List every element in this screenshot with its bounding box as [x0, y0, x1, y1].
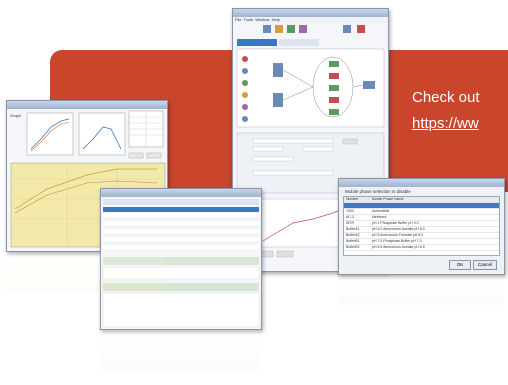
table-window-titlebar — [101, 189, 261, 197]
mobile-phase-dialog: Mobile phase selection is disable Number… — [338, 178, 505, 275]
reflection-table — [100, 330, 260, 370]
menu-file[interactable]: File — [235, 17, 241, 22]
reflection-dialog — [338, 275, 503, 305]
reflection-charts — [6, 252, 166, 292]
col-name-header: Mobile Phase Name — [372, 197, 404, 201]
phase-list[interactable]: Number Mobile Phase Name 1002 Acetonitrile… — [343, 196, 500, 256]
phase-row[interactable]: BufferB2 pH 6.5 Ammonium Acetate pH 6.5 — [344, 245, 499, 251]
menu-window[interactable]: Window — [255, 17, 269, 22]
banner-text: Check out https://ww — [412, 85, 480, 137]
charts-window-titlebar — [7, 101, 167, 109]
banner-link[interactable]: https://ww — [412, 111, 480, 137]
dialog-title: Mobile phase selection is disable — [345, 189, 411, 194]
banner-line1: Check out — [412, 89, 480, 106]
menu-tools[interactable]: Tools — [244, 17, 253, 22]
ok-button[interactable]: OK — [449, 260, 471, 270]
col-number-header: Number — [346, 197, 359, 201]
main-window-titlebar — [233, 9, 388, 17]
cancel-button[interactable]: Cancel — [473, 260, 497, 270]
dialog-titlebar — [339, 179, 504, 187]
menu-help[interactable]: Help — [272, 17, 280, 22]
